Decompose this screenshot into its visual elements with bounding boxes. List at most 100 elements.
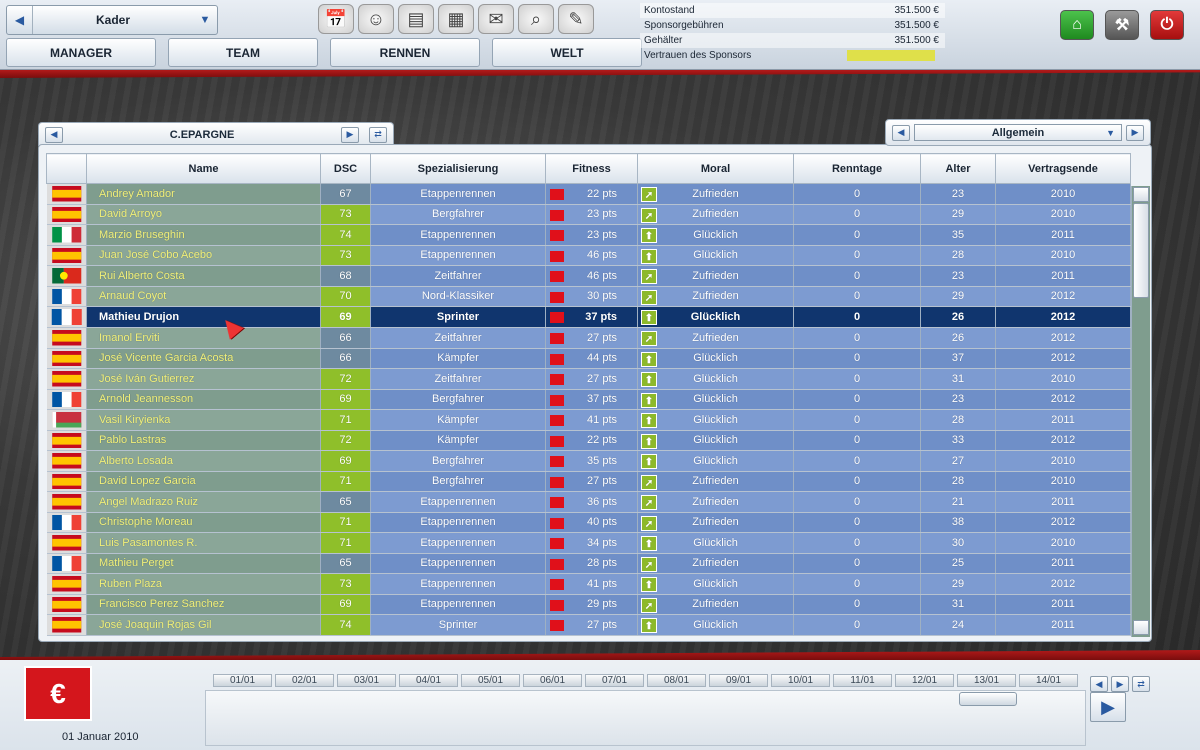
- prev-team-button[interactable]: ◀: [45, 126, 63, 143]
- table-row[interactable]: Ruben Plaza 73 Etappenrennen 41 pts ⬆ Glückli…: [46, 573, 1131, 595]
- newspaper-icon[interactable]: ▦: [438, 4, 474, 34]
- table-row[interactable]: Arnold Jeannesson 69 Bergfahrer 37 pts ⬆ Glüc…: [46, 389, 1131, 410]
- rider-name[interactable]: Imanol Erviti: [86, 327, 321, 349]
- rider-name[interactable]: Arnaud Coyot: [86, 286, 321, 307]
- table-row[interactable]: Francisco Perez Sanchez 69 Etappenrennen 29…: [46, 594, 1131, 615]
- column-header-contract-end[interactable]: Vertragsende: [995, 153, 1131, 184]
- table-row[interactable]: Alberto Losada 69 Bergfahrer 35 pts ⬆ Glückli…: [46, 450, 1131, 472]
- rider-specialization: Etappenrennen: [370, 532, 546, 554]
- table-row[interactable]: David Arroyo 73 Bergfahrer 23 pts ➚ Zufrieden…: [46, 204, 1131, 225]
- table-row[interactable]: Arnaud Coyot 70 Nord-Klassiker 30 pts ➚ Zufri…: [46, 286, 1131, 307]
- scroll-thumb[interactable]: [1133, 203, 1149, 298]
- rider-name[interactable]: Ruben Plaza: [86, 573, 321, 595]
- home-button[interactable]: ⌂: [1060, 10, 1094, 40]
- switch-icon[interactable]: ⇄: [369, 126, 387, 143]
- view-dropdown[interactable]: Allgemein ▼: [914, 124, 1122, 141]
- column-header-name[interactable]: Name: [86, 153, 321, 184]
- rider-name[interactable]: Marzio Bruseghin: [86, 224, 321, 246]
- day-tab[interactable]: 01/01: [213, 674, 272, 687]
- rider-name[interactable]: José Joaquin Rojas Gil: [86, 614, 321, 636]
- timeline-slider[interactable]: [959, 692, 1017, 706]
- column-header-fitness[interactable]: Fitness: [545, 153, 638, 184]
- day-tab[interactable]: 03/01: [337, 674, 396, 687]
- day-tab[interactable]: 08/01: [647, 674, 706, 687]
- money-icon[interactable]: ▤: [398, 4, 434, 34]
- prev-view-button[interactable]: ◀: [892, 124, 910, 141]
- table-row[interactable]: José Joaquin Rojas Gil 74 Sprinter 27 pts ⬆ G…: [46, 614, 1131, 636]
- next-team-button[interactable]: ▶: [341, 126, 359, 143]
- scroll-down-button[interactable]: [1133, 620, 1149, 635]
- table-row[interactable]: José Iván Gutierrez 72 Zeitfahrer 27 pts ⬆ Gl…: [46, 368, 1131, 390]
- rider-name[interactable]: Mathieu Perget: [86, 553, 321, 574]
- rider-name[interactable]: Angel Madrazo Ruiz: [86, 491, 321, 513]
- notes-icon[interactable]: ✎: [558, 4, 594, 34]
- rider-name[interactable]: José Iván Gutierrez: [86, 368, 321, 390]
- column-header-specialization[interactable]: Spezialisierung: [370, 153, 546, 184]
- table-row[interactable]: Christophe Moreau 71 Etappenrennen 40 pts ➚ Z…: [46, 512, 1131, 533]
- rider-name[interactable]: Arnold Jeannesson: [86, 389, 321, 410]
- rider-name[interactable]: Pablo Lastras: [86, 430, 321, 451]
- rider-name[interactable]: José Vicente Garcia Acosta: [86, 348, 321, 369]
- tab-welt[interactable]: WELT: [492, 38, 642, 67]
- next-view-button[interactable]: ▶: [1126, 124, 1144, 141]
- table-row[interactable]: Mathieu Perget 65 Etappenrennen 28 pts ➚ Zufr…: [46, 553, 1131, 574]
- next-day-button[interactable]: ▶: [1111, 676, 1129, 692]
- rider-name[interactable]: David Arroyo: [86, 204, 321, 225]
- day-tab[interactable]: 10/01: [771, 674, 830, 687]
- day-tab[interactable]: 11/01: [833, 674, 892, 687]
- rider-name[interactable]: David Lopez Garcia: [86, 471, 321, 492]
- tab-rennen[interactable]: RENNEN: [330, 38, 480, 67]
- switch-icon[interactable]: ⇄: [1132, 676, 1150, 692]
- table-row[interactable]: Juan José Cobo Acebo 73 Etappenrennen 46 pt…: [46, 245, 1131, 266]
- scroll-up-button[interactable]: [1133, 187, 1149, 202]
- column-header-race-days[interactable]: Renntage: [793, 153, 921, 184]
- table-row[interactable]: Luis Pasamontes R. 71 Etappenrennen 34 pts ⬆…: [46, 532, 1131, 554]
- search-icon[interactable]: ⌕: [518, 4, 554, 34]
- tab-team[interactable]: TEAM: [168, 38, 318, 67]
- table-row[interactable]: Andrey Amador 67 Etappenrennen 22 pts ➚ Zufri…: [46, 183, 1131, 205]
- day-tab[interactable]: 02/01: [275, 674, 334, 687]
- continue-button[interactable]: ▶: [1090, 692, 1126, 722]
- table-row[interactable]: David Lopez Garcia 71 Bergfahrer 27 pts ➚ Zuf…: [46, 471, 1131, 492]
- manager-avatar-icon[interactable]: ☺: [358, 4, 394, 34]
- prev-day-button[interactable]: ◀: [1090, 676, 1108, 692]
- column-header-morale[interactable]: Moral: [637, 153, 794, 184]
- squad-selector[interactable]: ◀ Kader ▼: [6, 5, 218, 35]
- exit-button[interactable]: ⏻: [1150, 10, 1184, 40]
- table-row[interactable]: Marzio Bruseghin 74 Etappenrennen 23 pts ⬆ Gl…: [46, 224, 1131, 246]
- day-tab[interactable]: 05/01: [461, 674, 520, 687]
- rider-name[interactable]: Juan José Cobo Acebo: [86, 245, 321, 266]
- calendar-icon[interactable]: 📅: [318, 4, 354, 34]
- rider-name[interactable]: Vasil Kiryienka: [86, 409, 321, 431]
- back-arrow-icon[interactable]: ◀: [7, 6, 33, 34]
- rider-name[interactable]: Luis Pasamontes R.: [86, 532, 321, 554]
- table-row[interactable]: Imanol Erviti 66 Zeitfahrer 27 pts ➚ Zufriede…: [46, 327, 1131, 349]
- tab-manager[interactable]: MANAGER: [6, 38, 156, 67]
- mail-icon[interactable]: ✉: [478, 4, 514, 34]
- day-tab[interactable]: 09/01: [709, 674, 768, 687]
- morale-value: Glücklich: [693, 228, 738, 241]
- day-tab[interactable]: 04/01: [399, 674, 458, 687]
- tools-button[interactable]: ⚒: [1105, 10, 1139, 40]
- rider-name[interactable]: Andrey Amador: [86, 183, 321, 205]
- rider-name[interactable]: Christophe Moreau: [86, 512, 321, 533]
- column-header-dsc[interactable]: DSC: [320, 153, 371, 184]
- rider-name[interactable]: Alberto Losada: [86, 450, 321, 472]
- table-row[interactable]: Rui Alberto Costa 68 Zeitfahrer 46 pts ➚ Zufr…: [46, 265, 1131, 287]
- table-row[interactable]: Vasil Kiryienka 71 Kämpfer 41 pts ⬆ Glücklich…: [46, 409, 1131, 431]
- rider-name[interactable]: Mathieu Drujon: [86, 306, 321, 328]
- column-header-age[interactable]: Alter: [920, 153, 996, 184]
- day-tab[interactable]: 13/01: [957, 674, 1016, 687]
- day-tab[interactable]: 06/01: [523, 674, 582, 687]
- day-tab[interactable]: 14/01: [1019, 674, 1078, 687]
- rider-name[interactable]: Francisco Perez Sanchez: [86, 594, 321, 615]
- chevron-down-icon[interactable]: ▼: [193, 14, 217, 26]
- table-row[interactable]: Mathieu Drujon 69 Sprinter 37 pts ⬆ Glücklich…: [46, 306, 1131, 328]
- table-row[interactable]: José Vicente Garcia Acosta 66 Kämpfer 44 pt…: [46, 348, 1131, 369]
- table-row[interactable]: Pablo Lastras 72 Kämpfer 22 pts ⬆ Glücklich 0 3…: [46, 430, 1131, 451]
- table-row[interactable]: Angel Madrazo Ruiz 65 Etappenrennen 36 pts ➚…: [46, 491, 1131, 513]
- rider-name[interactable]: Rui Alberto Costa: [86, 265, 321, 287]
- day-tab[interactable]: 12/01: [895, 674, 954, 687]
- day-tab[interactable]: 07/01: [585, 674, 644, 687]
- table-scrollbar[interactable]: [1131, 186, 1150, 637]
